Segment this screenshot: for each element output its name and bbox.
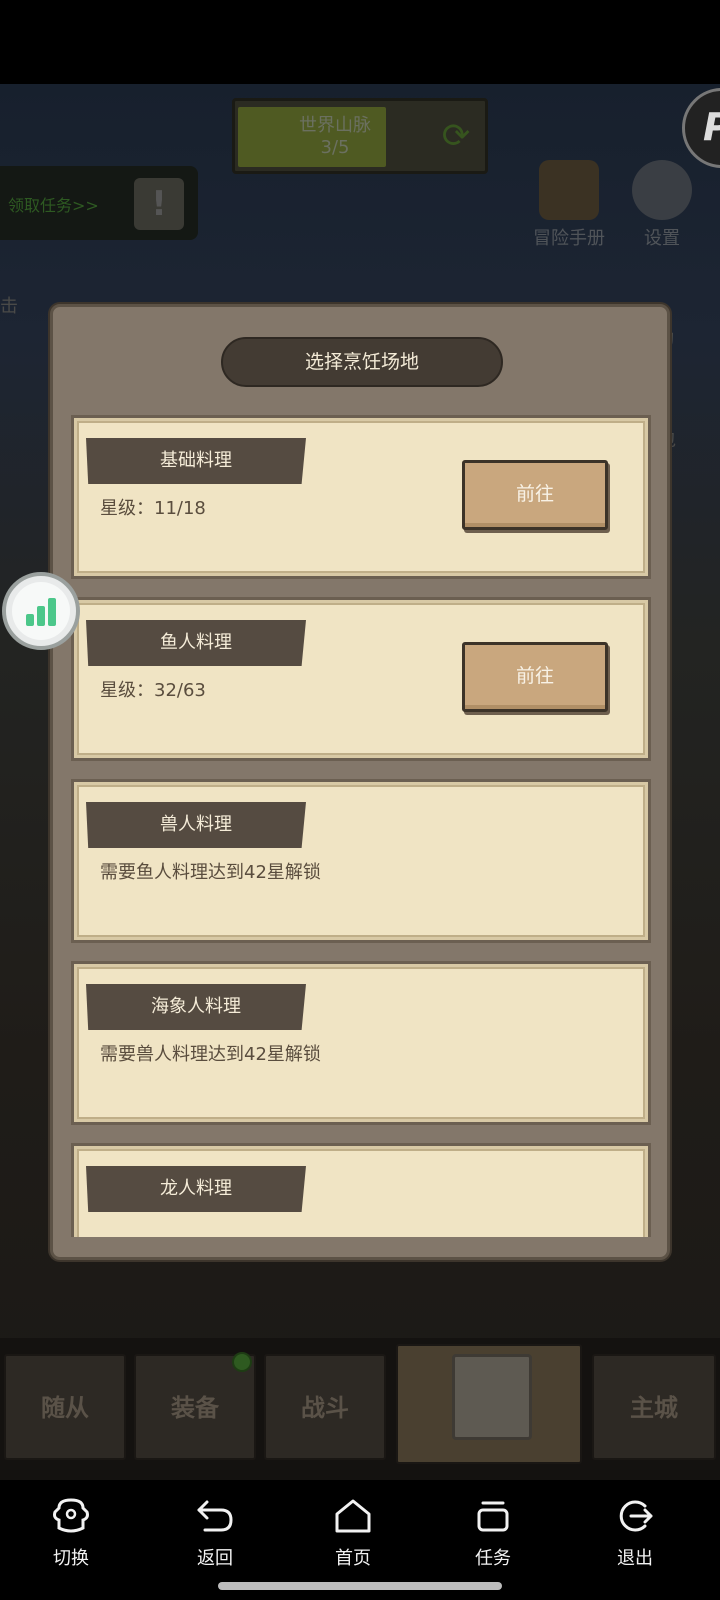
tab-main-city[interactable]: 主城 — [592, 1354, 716, 1460]
settings-shortcut: 设置 — [624, 160, 700, 250]
cooking-venue-modal: 选择烹饪场地 基础料理 星级：11/18 前往 鱼人料理 星级：32/63 前往 — [50, 304, 670, 1260]
venue-card-locked: 海象人料理 需要兽人料理达到42星解锁 — [71, 961, 651, 1125]
adventure-book-shortcut: 冒险手册 — [524, 160, 614, 250]
gear-icon — [632, 160, 692, 220]
settings-label: 设置 — [644, 228, 680, 249]
exit-icon — [619, 1500, 653, 1532]
world-progress-text: 3/5 — [320, 137, 350, 158]
world-progress-bar: 世界山脉 3/5 ⟳ — [232, 98, 488, 174]
notification-badge — [232, 1352, 252, 1372]
modal-title: 选择烹饪场地 — [304, 351, 419, 373]
nav-home-label: 首页 — [335, 1548, 371, 1569]
venue-name: 基础料理 — [160, 450, 232, 471]
tasks-icon — [477, 1501, 509, 1532]
venue-stars: 星级：32/63 — [100, 680, 206, 701]
nav-tasks-label: 任务 — [475, 1548, 511, 1569]
nav-tasks[interactable]: 任务 — [448, 1496, 538, 1570]
go-button[interactable]: 前往 — [462, 460, 608, 530]
quest-label: 领取任务>> — [8, 196, 99, 215]
unlock-requirement: 需要鱼人料理达到42星解锁 — [100, 862, 321, 883]
tab-battle[interactable]: 战斗 — [264, 1354, 386, 1460]
go-button[interactable]: 前往 — [462, 642, 608, 712]
refresh-icon: ⟳ — [441, 116, 471, 156]
signal-bar — [48, 598, 56, 626]
venue-name: 鱼人料理 — [160, 632, 232, 653]
signal-bar — [26, 614, 34, 626]
venue-name: 兽人料理 — [160, 814, 232, 835]
nav-home[interactable]: 首页 — [308, 1496, 398, 1570]
venue-name: 龙人料理 — [160, 1178, 232, 1199]
nav-exit[interactable]: 退出 — [590, 1496, 680, 1570]
modal-title-bar: 选择烹饪场地 — [221, 337, 503, 387]
back-icon — [197, 1500, 233, 1532]
nav-switch-label: 切换 — [53, 1548, 89, 1569]
unlock-requirement: 需要兽人料理达到42星解锁 — [100, 1044, 321, 1065]
go-button-label: 前往 — [515, 483, 554, 505]
signal-bars-icon — [12, 582, 70, 640]
venue-name: 海象人料理 — [151, 996, 241, 1017]
venue-card-locked: 龙人料理 — [71, 1143, 651, 1237]
world-title: 世界山脉 — [299, 115, 371, 136]
home-icon — [335, 1499, 371, 1533]
profession-icon — [452, 1354, 532, 1440]
venue-list[interactable]: 基础料理 星级：11/18 前往 鱼人料理 星级：32/63 前往 兽人料理 需… — [69, 415, 657, 1237]
exclamation-icon: ! — [134, 178, 184, 230]
home-indicator[interactable] — [218, 1582, 502, 1590]
game-tab-bar: 随从 装备 战斗 专业 主城 — [0, 1338, 720, 1480]
status-bar — [0, 0, 720, 84]
venue-stars: 星级：11/18 — [100, 498, 206, 519]
venue-card: 基础料理 星级：11/18 前往 — [71, 415, 651, 579]
signal-bar — [37, 606, 45, 626]
quest-banner: 领取任务>> ! — [0, 166, 198, 240]
nav-back-label: 返回 — [197, 1548, 233, 1569]
venue-card-locked: 兽人料理 需要鱼人料理达到42星解锁 — [71, 779, 651, 943]
adventure-book-label: 冒险手册 — [533, 228, 605, 249]
switch-icon — [53, 1498, 89, 1533]
floating-assistant-button[interactable] — [2, 572, 80, 650]
tab-followers[interactable]: 随从 — [4, 1354, 126, 1460]
screen: 世界山脉 3/5 ⟳ P 领取任务>> ! 冒险手册 设置 击 动 包 随从 装… — [0, 0, 720, 1600]
book-icon — [539, 160, 599, 220]
nav-switch[interactable]: 切换 — [26, 1496, 116, 1570]
venue-card: 鱼人料理 星级：32/63 前往 — [71, 597, 651, 761]
nav-back[interactable]: 返回 — [170, 1496, 260, 1570]
side-left-text: 击 — [0, 296, 18, 317]
nav-exit-label: 退出 — [617, 1548, 653, 1569]
go-button-label: 前往 — [515, 665, 554, 687]
